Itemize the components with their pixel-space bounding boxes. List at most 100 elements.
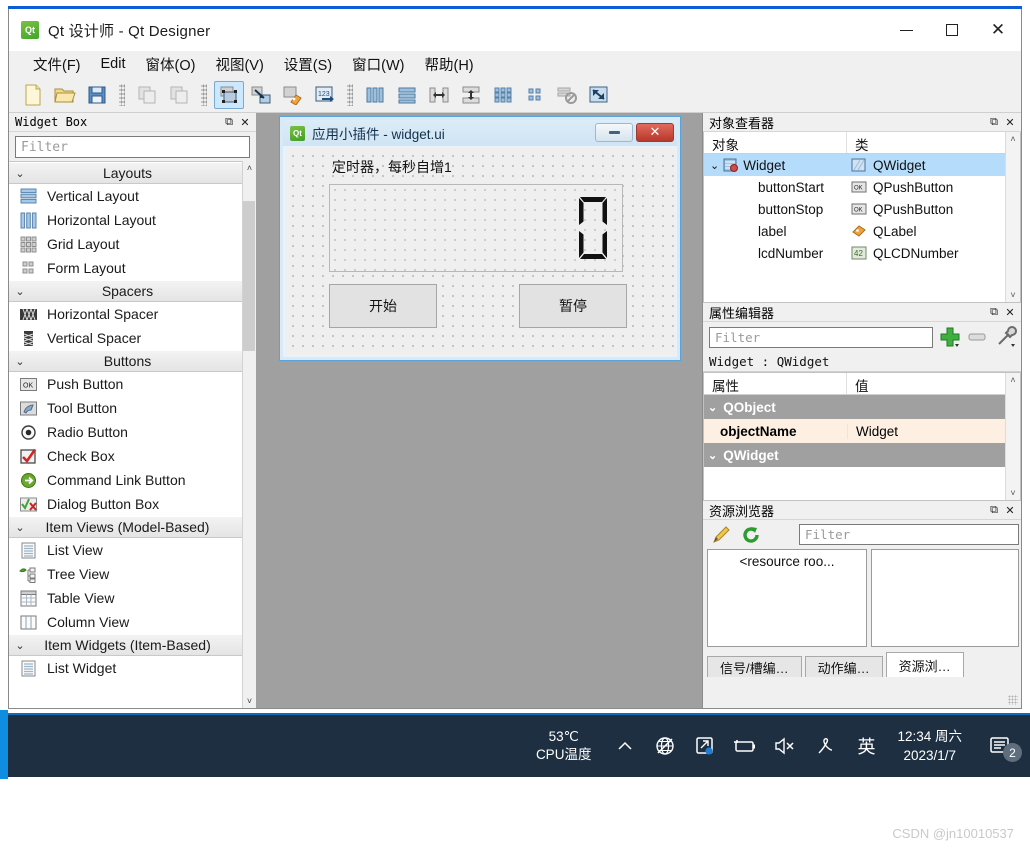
object-row-lcdnumber[interactable]: lcdNumber 42 QLCDNumber <box>704 242 1005 264</box>
menu-form[interactable]: 窗体(O) <box>136 52 206 77</box>
input-language-button[interactable]: 英 <box>845 733 887 759</box>
scroll-down-icon[interactable]: ˅ <box>247 696 252 706</box>
menu-edit[interactable]: Edit <box>91 54 136 74</box>
widget-item-command-link-button[interactable]: Command Link Button <box>9 468 242 492</box>
chevron-down-icon[interactable]: ⌄ <box>710 159 719 172</box>
widget-category-item-views[interactable]: ⌄ Item Views (Model-Based) <box>9 516 242 538</box>
menu-help[interactable]: 帮助(H) <box>414 52 483 77</box>
close-button[interactable]: ✕ <box>975 9 1021 51</box>
widget-item-push-button[interactable]: OK Push Button <box>9 372 242 396</box>
configure-icon[interactable] <box>995 326 1017 348</box>
form-close-button[interactable]: ✕ <box>636 123 674 142</box>
battery-button[interactable] <box>725 722 765 770</box>
size-grip[interactable] <box>1008 695 1018 705</box>
widget-item-check-box[interactable]: Check Box <box>9 444 242 468</box>
notification-center-button[interactable]: 2 <box>976 722 1024 770</box>
close-icon[interactable]: ✕ <box>1003 503 1017 517</box>
widget-item-vertical-spacer[interactable]: Vertical Spacer <box>9 326 242 350</box>
object-row-buttonstop[interactable]: buttonStop OK QPushButton <box>704 198 1005 220</box>
save-file-button[interactable] <box>82 81 112 109</box>
clock-widget[interactable]: 12:34 周六 2023/1/7 <box>897 727 962 765</box>
form-button-stop[interactable]: 暂停 <box>519 284 627 328</box>
property-row-objectname[interactable]: objectName Widget <box>704 419 1005 443</box>
widget-item-list-view[interactable]: List View <box>9 538 242 562</box>
add-property-icon[interactable] <box>939 326 961 348</box>
resource-root-item[interactable]: <resource roo... <box>740 554 835 569</box>
widget-item-grid-layout[interactable]: Grid Layout <box>9 232 242 256</box>
cpu-temp-widget[interactable]: 53℃ CPU温度 <box>536 728 592 764</box>
close-icon[interactable]: ✕ <box>238 115 252 129</box>
property-filter-input[interactable]: Filter <box>709 327 933 348</box>
property-group-qobject[interactable]: ⌄ QObject <box>704 395 1005 419</box>
form-button-start[interactable]: 开始 <box>329 284 437 328</box>
layout-grid-button[interactable] <box>488 81 518 109</box>
form-window[interactable]: Qt 应用小插件 - widget.ui ✕ <box>279 116 681 361</box>
float-icon[interactable]: ⧉ <box>987 503 1001 517</box>
widget-item-form-layout[interactable]: Form Layout <box>9 256 242 280</box>
widget-item-vertical-layout[interactable]: Vertical Layout <box>9 184 242 208</box>
onedrive-button[interactable] <box>685 722 725 770</box>
property-table[interactable]: 属性 值 ⌄ QObject object <box>703 372 1021 501</box>
close-icon[interactable]: ✕ <box>1003 305 1017 319</box>
close-icon[interactable]: ✕ <box>1003 115 1017 129</box>
chevron-down-icon[interactable]: ⌄ <box>708 401 717 414</box>
float-icon[interactable]: ⧉ <box>987 115 1001 129</box>
menu-file[interactable]: 文件(F) <box>23 52 91 77</box>
property-group-qwidget[interactable]: ⌄ QWidget <box>704 443 1005 467</box>
form-minimize-button[interactable] <box>595 123 633 142</box>
layout-horizontal-button[interactable] <box>360 81 390 109</box>
widget-item-horizontal-spacer[interactable]: Horizontal Spacer <box>9 302 242 326</box>
network-button[interactable] <box>645 722 685 770</box>
maximize-button[interactable] <box>929 9 975 51</box>
object-row-label[interactable]: label QLabel <box>704 220 1005 242</box>
new-file-button[interactable] <box>18 81 48 109</box>
form-canvas-area[interactable]: Qt 应用小插件 - widget.ui ✕ <box>257 113 703 708</box>
scroll-up-icon[interactable]: ˄ <box>1010 375 1015 385</box>
widget-item-tree-view[interactable]: Tree View <box>9 562 242 586</box>
reload-icon[interactable] <box>741 525 761 545</box>
float-icon[interactable]: ⧉ <box>222 115 236 129</box>
scroll-up-icon[interactable]: ˄ <box>1010 134 1015 144</box>
scroll-up-icon[interactable]: ˄ <box>247 163 252 173</box>
tab-resource-browser[interactable]: 资源浏… <box>886 652 964 677</box>
widget-item-table-view[interactable]: Table View <box>9 586 242 610</box>
edit-resources-icon[interactable] <box>711 525 731 545</box>
object-tree[interactable]: 对象 类 ⌄ <box>703 132 1021 303</box>
remove-property-icon[interactable] <box>967 330 989 344</box>
resource-tree[interactable]: <resource roo... <box>707 549 867 647</box>
form-label-widget[interactable]: 定时器，每秒自增1 <box>332 157 452 177</box>
edit-widgets-button[interactable] <box>214 81 244 109</box>
copy-button[interactable] <box>132 81 162 109</box>
show-hidden-icons-button[interactable] <box>605 722 645 770</box>
layout-vertical-button[interactable] <box>392 81 422 109</box>
edit-tab-order-button[interactable]: 123 <box>310 81 340 109</box>
scroll-down-icon[interactable]: ˅ <box>1010 290 1015 300</box>
edit-buddies-button[interactable] <box>278 81 308 109</box>
widget-category-item-widgets[interactable]: ⌄ Item Widgets (Item-Based) <box>9 634 242 656</box>
scroll-down-icon[interactable]: ˅ <box>1010 488 1015 498</box>
widget-item-list-widget[interactable]: List Widget <box>9 656 242 680</box>
property-table-scrollbar[interactable]: ˄ ˅ <box>1005 373 1020 500</box>
object-row-widget[interactable]: ⌄ Widget <box>704 154 1005 176</box>
widget-category-spacers[interactable]: ⌄ Spacers <box>9 280 242 302</box>
float-icon[interactable]: ⧉ <box>987 305 1001 319</box>
widget-item-column-view[interactable]: Column View <box>9 610 242 634</box>
layout-form-button[interactable] <box>520 81 550 109</box>
edit-signals-slots-button[interactable] <box>246 81 276 109</box>
tab-action-editor[interactable]: 动作编… <box>805 656 883 677</box>
widget-category-layouts[interactable]: ⌄ Layouts <box>9 162 242 184</box>
lcd-number-widget[interactable] <box>329 184 623 272</box>
resource-filter-input[interactable]: Filter <box>799 524 1019 545</box>
resource-preview[interactable] <box>871 549 1019 647</box>
widget-item-dialog-button-box[interactable]: Dialog Button Box <box>9 492 242 516</box>
menu-settings[interactable]: 设置(S) <box>274 52 342 77</box>
paste-button[interactable] <box>164 81 194 109</box>
menu-window[interactable]: 窗口(W) <box>342 52 414 77</box>
form-design-surface[interactable]: 定时器，每秒自增1 <box>285 148 675 355</box>
widget-item-horizontal-layout[interactable]: Horizontal Layout <box>9 208 242 232</box>
menu-view[interactable]: 视图(V) <box>205 52 273 77</box>
tab-signal-slot-editor[interactable]: 信号/槽编… <box>707 656 802 677</box>
open-file-button[interactable] <box>50 81 80 109</box>
widget-category-buttons[interactable]: ⌄ Buttons <box>9 350 242 372</box>
object-tree-scrollbar[interactable]: ˄ ˅ <box>1005 132 1020 302</box>
